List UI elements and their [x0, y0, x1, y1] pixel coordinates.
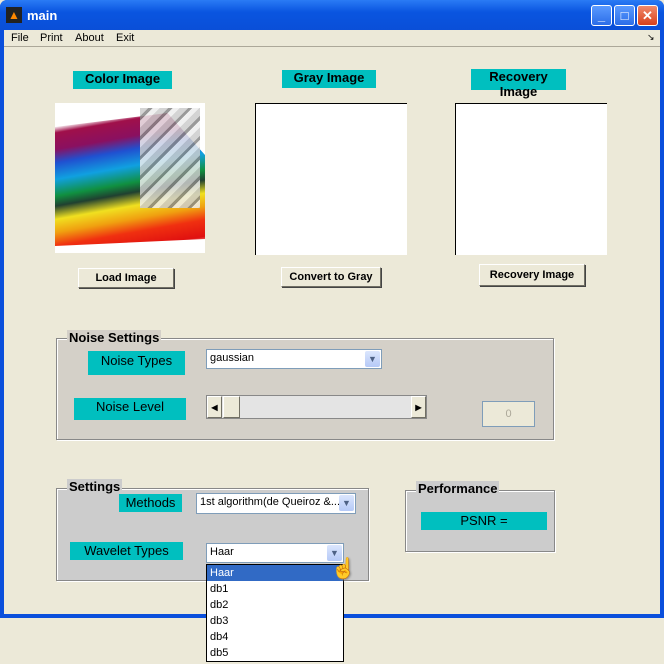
menu-print[interactable]: Print [40, 32, 63, 44]
color-image [55, 103, 205, 253]
psnr-label: PSNR = [421, 512, 547, 530]
gray-image-label: Gray Image [282, 70, 376, 88]
window-title: main [27, 8, 58, 23]
noise-types-dropdown[interactable]: gaussian ▼ [206, 349, 382, 369]
noise-level-slider[interactable]: ◀ ▶ [206, 395, 427, 419]
recovery-image-axes [455, 103, 607, 255]
load-image-button[interactable]: Load Image [78, 268, 174, 288]
close-button[interactable]: ✕ [637, 5, 658, 26]
wavelet-option-db2[interactable]: db2 [207, 597, 343, 613]
menu-exit[interactable]: Exit [116, 32, 134, 44]
chevron-down-icon[interactable]: ▼ [365, 351, 380, 367]
wavelet-option-db5[interactable]: db5 [207, 645, 343, 661]
noise-settings-title: Noise Settings [67, 330, 162, 345]
recovery-image-button[interactable]: Recovery Image [479, 264, 585, 286]
settings-title: Settings [67, 479, 123, 494]
convert-to-gray-button[interactable]: Convert to Gray [281, 267, 381, 287]
wavelet-option-db1[interactable]: db1 [207, 581, 343, 597]
noise-level-label: Noise Level [74, 398, 186, 420]
wavelet-types-dropdown[interactable]: Haar ▼ [206, 543, 344, 563]
wavelet-option-db3[interactable]: db3 [207, 613, 343, 629]
wavelet-option-haar[interactable]: Haar [207, 565, 343, 581]
hand-cursor-icon: ☝ [331, 558, 356, 580]
maximize-button[interactable]: □ [614, 5, 635, 26]
performance-title: Performance [416, 481, 500, 496]
gray-image-axes [255, 103, 407, 255]
slider-left-arrow-icon[interactable]: ◀ [207, 396, 222, 418]
wavelet-options-list: Haar db1 db2 db3 db4 db5 [206, 564, 344, 662]
methods-value: 1st algorithm(de Queiroz &... [200, 496, 341, 508]
noise-types-value: gaussian [210, 352, 255, 364]
wavelet-types-value: Haar [210, 546, 234, 558]
slider-right-arrow-icon[interactable]: ▶ [411, 396, 426, 418]
color-image-label: Color Image [73, 71, 172, 89]
methods-dropdown[interactable]: 1st algorithm(de Queiroz &... ▼ [196, 493, 356, 514]
menu-file[interactable]: File [11, 32, 29, 44]
methods-label: Methods [119, 494, 182, 512]
wavelet-types-label: Wavelet Types [70, 542, 183, 560]
noise-level-value[interactable]: 0 [482, 401, 535, 427]
title-bar[interactable]: ▲ main _ □ ✕ [0, 0, 664, 30]
slider-thumb[interactable] [223, 396, 240, 418]
recovery-image-label: Recovery Image [471, 69, 566, 99]
noise-types-label: Noise Types [88, 351, 185, 375]
menu-bar: File Print About Exit ↘ [4, 30, 660, 47]
matlab-icon: ▲ [6, 7, 22, 23]
dock-arrow-icon[interactable]: ↘ [647, 32, 655, 43]
wavelet-option-db4[interactable]: db4 [207, 629, 343, 645]
chevron-down-icon[interactable]: ▼ [339, 495, 354, 511]
minimize-button[interactable]: _ [591, 5, 612, 26]
menu-about[interactable]: About [75, 32, 104, 44]
